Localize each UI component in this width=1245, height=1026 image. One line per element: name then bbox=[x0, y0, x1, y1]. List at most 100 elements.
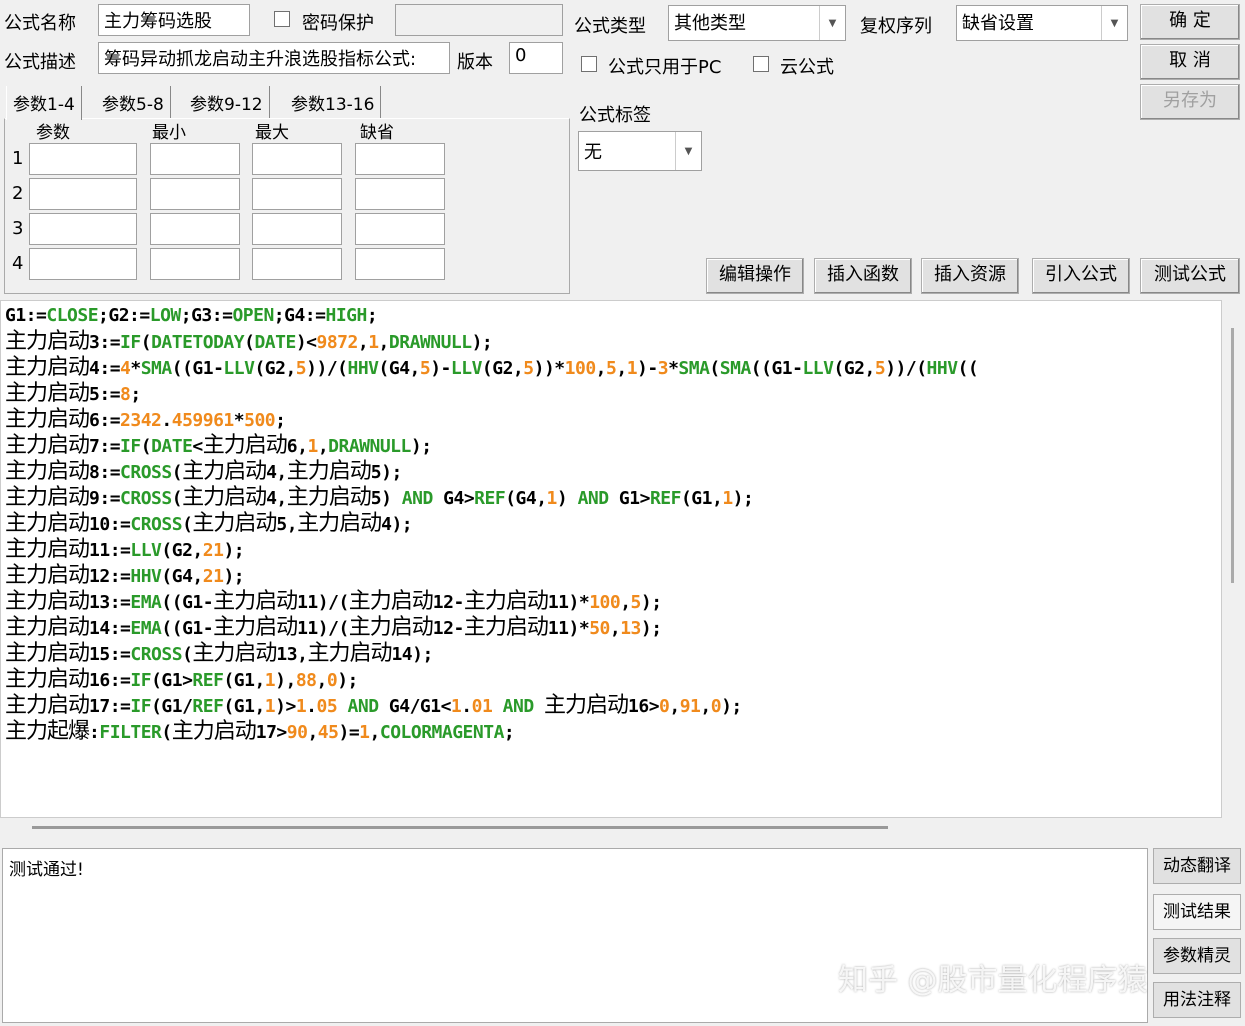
tab-params-1-4[interactable]: 参数1-4 bbox=[6, 86, 82, 120]
code-token: REF bbox=[649, 488, 682, 509]
formula-type-select[interactable]: 其他类型 ▼ bbox=[668, 5, 846, 41]
code-token: 16:= bbox=[89, 670, 131, 691]
code-token: 8 bbox=[120, 384, 131, 405]
code-token: REF bbox=[192, 696, 224, 717]
tab-params-9-12[interactable]: 参数9-12 bbox=[184, 86, 270, 118]
code-token: 主力启动 bbox=[5, 615, 90, 640]
code-token: EMA bbox=[130, 592, 162, 613]
code-token: : bbox=[89, 722, 100, 743]
col-max: 最大 bbox=[255, 123, 289, 143]
code-token: ); bbox=[640, 592, 662, 613]
code-token: 3 bbox=[657, 358, 669, 379]
code-token: DATE bbox=[151, 436, 193, 457]
code-token: (G2, bbox=[161, 540, 203, 561]
param-cell-缺省[interactable] bbox=[355, 248, 445, 280]
code-token: 88 bbox=[295, 670, 317, 691]
code-token: 459961 bbox=[171, 410, 235, 431]
code-token: ); bbox=[223, 566, 245, 587]
code-token: 主力启动 bbox=[182, 459, 267, 484]
code-line: 主力启动10:=CROSS(主力启动5,主力启动4); bbox=[5, 511, 1221, 537]
param-cell-最小[interactable] bbox=[150, 248, 240, 280]
code-token: 主力启动 bbox=[5, 667, 90, 692]
insert-function-button[interactable]: 插入函数 bbox=[814, 258, 912, 294]
param-cell-参数[interactable] bbox=[29, 213, 137, 245]
save-as-button[interactable]: 另存为 bbox=[1140, 84, 1240, 120]
code-token: , bbox=[669, 696, 680, 717]
pc-only-checkbox[interactable] bbox=[581, 56, 597, 72]
code-token: COLORMAGENTA bbox=[379, 722, 505, 743]
code-token: , bbox=[616, 358, 627, 379]
param-wizard-button[interactable]: 参数精灵 bbox=[1153, 938, 1241, 974]
version-input[interactable]: 0 bbox=[509, 42, 563, 74]
formula-name-input[interactable]: 主力筹码选股 bbox=[98, 4, 250, 36]
code-token: 5, bbox=[276, 514, 298, 535]
param-cell-缺省[interactable] bbox=[355, 143, 445, 175]
code-token: 11)* bbox=[547, 618, 590, 639]
dynamic-translate-button[interactable]: 动态翻译 bbox=[1153, 848, 1241, 884]
cancel-button[interactable]: 取 消 bbox=[1140, 44, 1240, 80]
param-cell-最大[interactable] bbox=[252, 248, 342, 280]
code-token: 主力启动 bbox=[5, 641, 90, 666]
code-token: (G1, bbox=[680, 488, 723, 509]
code-token: , bbox=[307, 722, 318, 743]
code-token: DRAWNULL bbox=[388, 332, 472, 353]
vertical-scrollbar[interactable] bbox=[1222, 300, 1245, 818]
code-line: G1:=CLOSE;G2:=LOW;G3:=OPEN;G4:=HIGH; bbox=[5, 303, 1221, 329]
tag-select[interactable]: 无 ▼ bbox=[578, 131, 702, 171]
horizontal-scrollbar[interactable] bbox=[0, 818, 1222, 842]
param-cell-缺省[interactable] bbox=[355, 213, 445, 245]
insert-resource-button[interactable]: 插入资源 bbox=[921, 258, 1019, 294]
import-formula-button[interactable]: 引入公式 bbox=[1032, 258, 1130, 294]
formula-desc-input[interactable]: 筹码异动抓龙启动主升浪选股指标公式: bbox=[98, 42, 450, 74]
param-cell-最小[interactable] bbox=[150, 143, 240, 175]
param-cell-参数[interactable] bbox=[29, 178, 137, 210]
code-token: * bbox=[668, 358, 679, 379]
code-token: ); bbox=[732, 488, 754, 509]
code-token: ; bbox=[275, 410, 286, 431]
password-checkbox[interactable] bbox=[274, 11, 290, 27]
code-token: 主力启动 bbox=[192, 511, 277, 536]
code-token: , bbox=[316, 670, 328, 691]
code-token: 主力启动 bbox=[5, 433, 90, 458]
formula-name-label: 公式名称 bbox=[4, 13, 76, 34]
code-token: , bbox=[369, 722, 381, 743]
watermark: 知乎 @股市量化程序猿 bbox=[838, 963, 1148, 998]
password-input[interactable] bbox=[395, 4, 563, 36]
col-min: 最小 bbox=[152, 123, 186, 143]
tab-params-13-16[interactable]: 参数13-16 bbox=[285, 86, 382, 118]
code-token: 1 bbox=[264, 670, 276, 691]
edit-operation-button[interactable]: 编辑操作 bbox=[706, 258, 804, 294]
param-cell-缺省[interactable] bbox=[355, 178, 445, 210]
param-cell-最大[interactable] bbox=[252, 178, 342, 210]
test-result-button[interactable]: 测试结果 bbox=[1153, 894, 1241, 930]
code-line: 主力启动16:=IF(G1>REF(G1,1),88,0); bbox=[5, 667, 1221, 693]
code-line: 主力启动15:=CROSS(主力启动13,主力启动14); bbox=[5, 641, 1221, 667]
param-cell-最小[interactable] bbox=[150, 178, 240, 210]
horizontal-scroll-thumb[interactable] bbox=[32, 826, 888, 829]
cloud-checkbox[interactable] bbox=[753, 56, 769, 72]
restore-select[interactable]: 缺省设置 ▼ bbox=[956, 5, 1128, 41]
code-token: 0 bbox=[326, 670, 338, 691]
code-token: 主力启动 bbox=[286, 459, 372, 484]
code-token: 主力启动 bbox=[202, 433, 288, 458]
test-formula-button[interactable]: 测试公式 bbox=[1140, 258, 1240, 294]
code-editor[interactable]: G1:=CLOSE;G2:=LOW;G3:=OPEN;G4:=HIGH; 主力启动… bbox=[0, 300, 1222, 818]
ok-button[interactable]: 确 定 bbox=[1140, 4, 1240, 40]
vertical-scroll-thumb[interactable] bbox=[1231, 328, 1234, 583]
code-token: 11)/( bbox=[297, 618, 349, 639]
code-token: 13 bbox=[620, 618, 641, 639]
code-token: )< bbox=[295, 332, 317, 353]
code-token: 主力启动 bbox=[544, 693, 629, 718]
param-cell-最大[interactable] bbox=[252, 213, 342, 245]
param-cell-最大[interactable] bbox=[252, 143, 342, 175]
tab-params-5-8[interactable]: 参数5-8 bbox=[96, 86, 171, 118]
param-cell-参数[interactable] bbox=[29, 248, 137, 280]
code-token: 主力启动 bbox=[463, 615, 549, 640]
code-token: CROSS bbox=[120, 462, 172, 483]
param-cell-最小[interactable] bbox=[150, 213, 240, 245]
usage-notes-button[interactable]: 用法注释 bbox=[1153, 982, 1241, 1018]
code-token: SMA bbox=[140, 358, 173, 379]
code-token: REF bbox=[192, 670, 224, 691]
code-token: 14); bbox=[391, 644, 433, 665]
param-cell-参数[interactable] bbox=[29, 143, 137, 175]
